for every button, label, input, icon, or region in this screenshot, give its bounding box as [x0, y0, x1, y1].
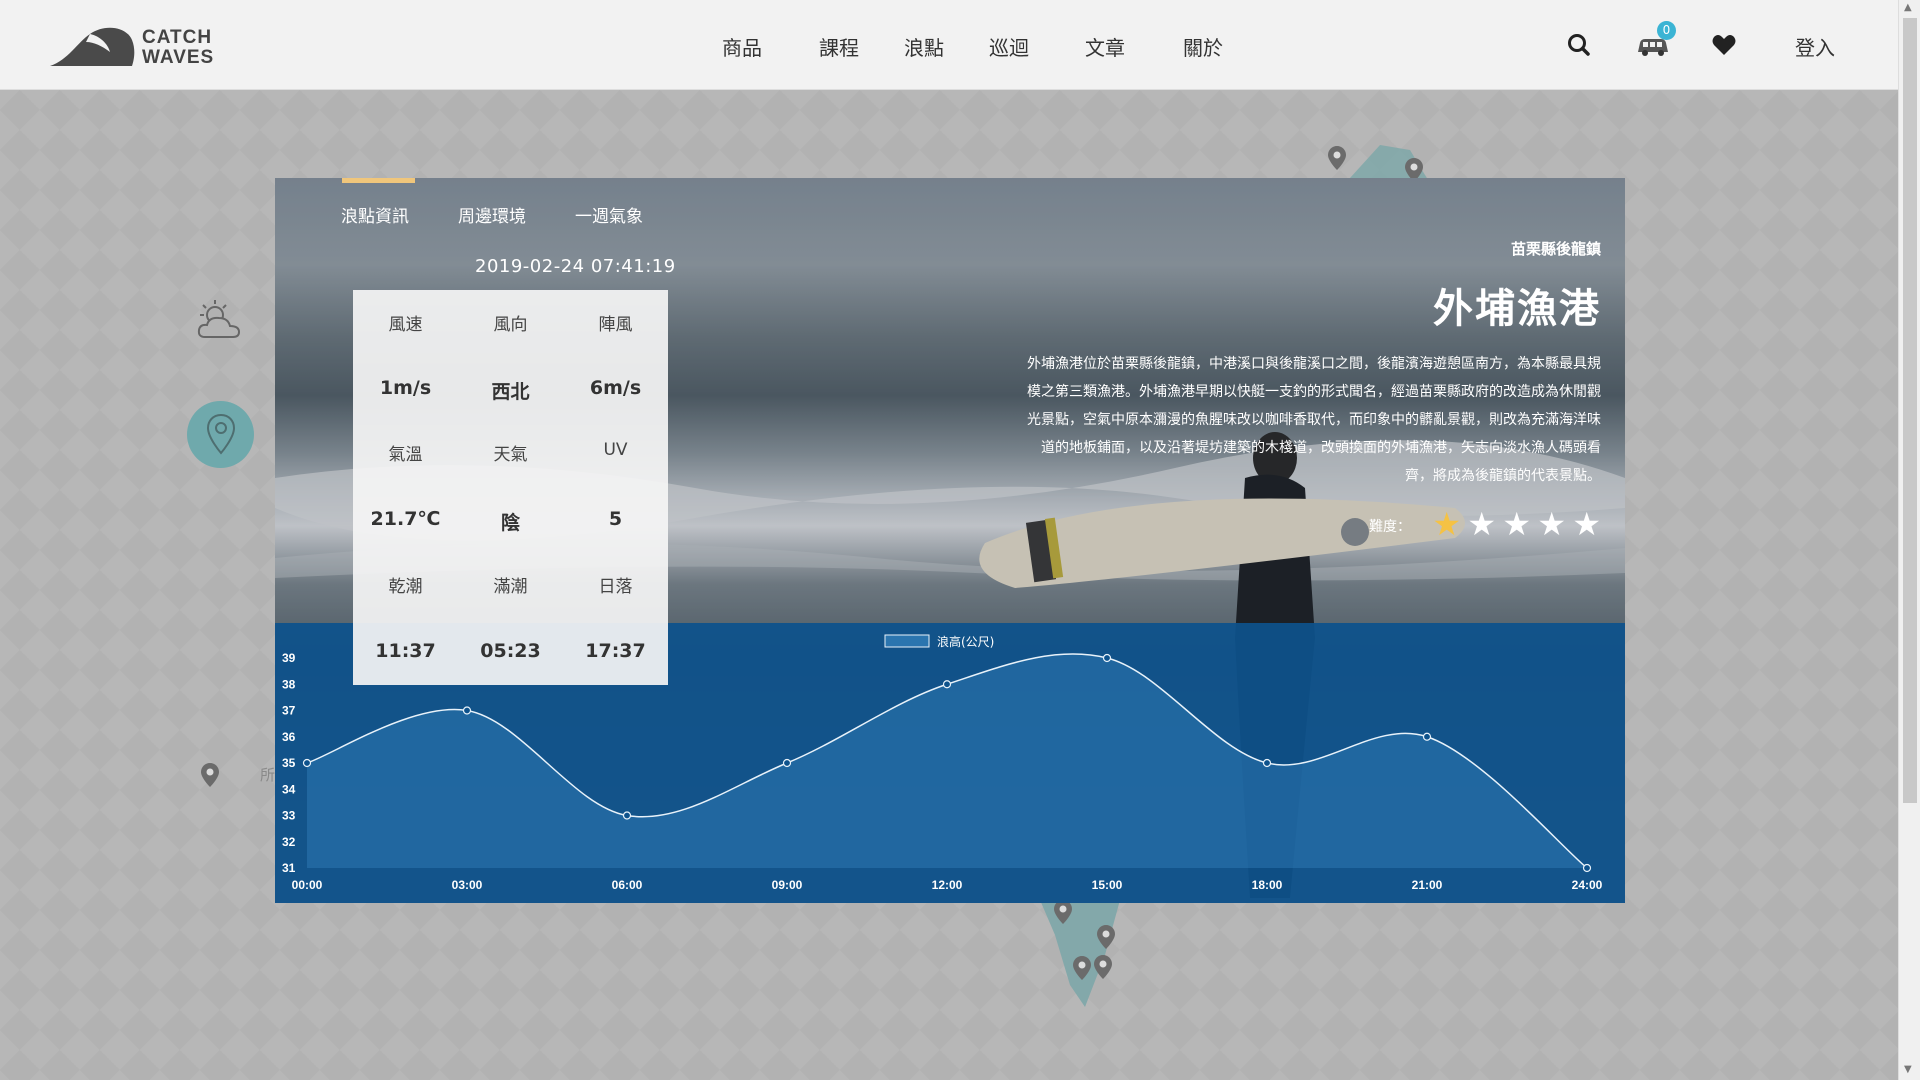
star-icon: ★ — [1432, 505, 1461, 543]
spot-title: 外埔漁港 — [1433, 286, 1601, 332]
value-weather: 陰 — [500, 512, 520, 534]
data-point — [1422, 732, 1432, 741]
y-tick-label: 32 — [282, 835, 296, 849]
site-header: CATCH WAVES 商品 課程 浪點 巡迴 文章 關於 0 登入 — [0, 0, 1898, 90]
scroll-down-icon[interactable]: ▼ — [1904, 1064, 1912, 1075]
nav-item-products[interactable]: 商品 — [722, 32, 762, 61]
star-icon: ★ — [1467, 505, 1496, 543]
x-tick-label: 09:00 — [772, 878, 803, 892]
page-scrollbar[interactable]: ▲ ▼ — [1898, 0, 1920, 1080]
nav-item-spots[interactable]: 浪點 — [904, 32, 944, 61]
map-pin-icon[interactable] — [1073, 956, 1091, 980]
description-line: 光景點，空氣中原本瀰漫的魚腥味改以咖啡香取代，而印象中的髒亂景觀，則改為充滿海洋… — [1027, 412, 1601, 428]
weather-cloud-sun-icon[interactable] — [195, 295, 245, 343]
conditions-panel: 風速 風向 陣風 1m/s 西北 6m/s 氣溫 天氣 UV 21.7℃ 陰 5… — [353, 290, 668, 685]
x-tick-label: 24:00 — [1572, 878, 1603, 892]
label-weather: 天氣 — [493, 445, 528, 465]
value-low-tide: 11:37 — [375, 640, 436, 662]
value-gust: 6m/s — [589, 377, 642, 399]
y-tick-label: 39 — [282, 651, 296, 665]
y-tick-label: 31 — [282, 861, 296, 875]
data-point — [1582, 863, 1592, 873]
login-link[interactable]: 登入 — [1795, 32, 1835, 61]
value-wind-direction: 西北 — [491, 381, 530, 403]
data-point — [1262, 758, 1272, 768]
y-tick-label: 33 — [282, 809, 296, 823]
data-point — [302, 758, 312, 768]
nav-item-about[interactable]: 關於 — [1183, 32, 1223, 61]
x-tick-label: 03:00 — [452, 878, 483, 892]
data-point — [942, 680, 952, 689]
y-tick-label: 35 — [282, 756, 296, 770]
value-high-tide: 05:23 — [480, 640, 541, 662]
map-pin-icon[interactable] — [1328, 146, 1346, 170]
difficulty-label: 難度： — [1369, 519, 1411, 535]
data-point — [1102, 653, 1112, 663]
scroll-up-icon[interactable]: ▲ — [1904, 2, 1912, 13]
x-tick-label: 15:00 — [1092, 878, 1123, 892]
label-wind-speed: 風速 — [388, 315, 423, 335]
data-point — [622, 811, 632, 820]
tab-spot-info[interactable]: 浪點資訊 — [341, 202, 409, 227]
star-icon: ★ — [1572, 505, 1601, 543]
label-temperature: 氣溫 — [388, 445, 423, 465]
description-line: 道的地板鋪面，以及沿著堤坊建築的木棧道，改頭換面的外埔漁港，矢志向淡水漁人碼頭看 — [1041, 440, 1601, 456]
label-gust: 陣風 — [598, 315, 633, 335]
y-tick-label: 37 — [282, 704, 296, 718]
update-timestamp: 2019-02-24 07:41:19 — [475, 256, 676, 277]
value-temperature: 21.7℃ — [370, 508, 441, 530]
brand-line-2: WAVES — [142, 47, 215, 68]
nav-item-articles[interactable]: 文章 — [1085, 32, 1125, 61]
side-location-button[interactable] — [187, 401, 254, 468]
x-tick-label: 21:00 — [1412, 878, 1443, 892]
spot-card: 浪點資訊 周邊環境 一週氣象 2019-02-24 07:41:19 苗栗縣後龍… — [275, 178, 1625, 903]
search-icon[interactable] — [1564, 30, 1594, 60]
x-tick-label: 12:00 — [932, 878, 963, 892]
x-tick-label: 18:00 — [1252, 878, 1283, 892]
data-point — [462, 706, 472, 715]
legend-swatch — [884, 634, 930, 648]
description-line: 外埔漁港位於苗栗縣後龍鎮，中港溪口與後龍溪口之間，後龍濱海遊憩區南方，為本縣最具… — [1027, 356, 1601, 372]
label-low-tide: 乾潮 — [388, 577, 423, 597]
tab-surroundings[interactable]: 周邊環境 — [458, 202, 526, 227]
scroll-thumb[interactable] — [1903, 18, 1917, 803]
y-tick-label: 38 — [282, 677, 296, 691]
map-pin-icon[interactable] — [1054, 900, 1072, 924]
legend-label: 浪高(公尺) — [937, 634, 994, 649]
x-tick-label: 06:00 — [612, 878, 643, 892]
y-tick-label: 36 — [282, 730, 296, 744]
y-tick-label: 34 — [282, 782, 296, 796]
spot-description: 外埔漁港位於苗栗縣後龍鎮，中港溪口與後龍溪口之間，後龍濱海遊憩區南方，為本縣最具… — [911, 350, 1601, 490]
nav-item-courses[interactable]: 課程 — [819, 32, 859, 61]
value-wind-speed: 1m/s — [379, 377, 432, 399]
description-line: 模之第三類漁港。外埔漁港早期以快艇一支釣的形式聞名，經過苗栗縣政府的改造成為休閒… — [1027, 384, 1601, 400]
value-uv: 5 — [608, 508, 623, 530]
description-line: 齊，將成為後龍鎮的代表景點。 — [1405, 468, 1601, 484]
x-tick-label: 00:00 — [292, 878, 323, 892]
label-uv: UV — [603, 440, 628, 460]
label-sunset: 日落 — [598, 577, 633, 597]
location-pin-icon — [206, 413, 236, 455]
label-wind-direction: 風向 — [493, 315, 528, 335]
tab-weekly-weather[interactable]: 一週氣象 — [575, 202, 643, 227]
nav-item-tours[interactable]: 巡迴 — [989, 32, 1029, 61]
cart-count-badge: 0 — [1657, 21, 1676, 40]
data-point — [782, 758, 792, 768]
heart-icon[interactable] — [1709, 30, 1739, 60]
map-pin-icon[interactable] — [1097, 925, 1115, 949]
brand-name[interactable]: CATCH WAVES — [142, 28, 242, 68]
spot-location: 苗栗縣後龍鎮 — [1510, 240, 1601, 258]
star-icon: ★ — [1502, 505, 1531, 543]
value-sunset: 17:37 — [585, 640, 646, 662]
active-tab-indicator — [342, 178, 415, 183]
partial-side-text: 所 — [260, 766, 276, 784]
map-pin-icon[interactable] — [1094, 955, 1112, 979]
map-pin-icon[interactable] — [201, 763, 219, 787]
star-icon: ★ — [1537, 505, 1566, 543]
brand-line-1: CATCH — [142, 27, 213, 48]
label-high-tide: 滿潮 — [493, 577, 528, 597]
